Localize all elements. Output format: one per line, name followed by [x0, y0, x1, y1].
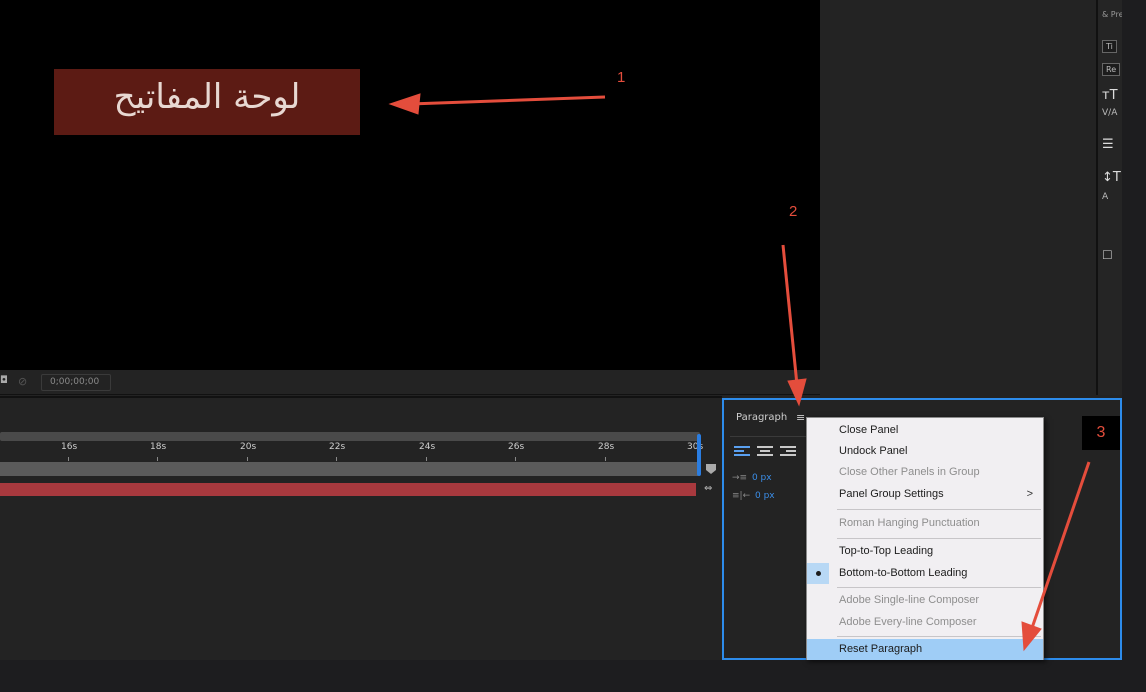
menu-item-top-to-top-leading[interactable]: Top-to-Top Leading: [807, 541, 1043, 562]
divider: [730, 436, 810, 437]
checkbox-icon[interactable]: ☐: [1102, 248, 1113, 262]
indent-left-field[interactable]: →≡ 0 px: [732, 473, 772, 483]
ruler-label: 28s: [598, 442, 615, 452]
menu-item-close-other-panels[interactable]: Close Other Panels in Group: [807, 462, 1043, 483]
ruler-tick: [68, 457, 69, 461]
snapshot-icon[interactable]: ⊘: [18, 375, 27, 388]
ruler-label: 18s: [150, 442, 167, 452]
ruler-tick: [605, 457, 606, 461]
layer-bar-gray[interactable]: [0, 462, 698, 476]
work-area-bar[interactable]: [0, 432, 700, 441]
menu-separator: [837, 509, 1041, 510]
ruler-label: 26s: [508, 442, 525, 452]
baseline-shift-icon: A: [1102, 192, 1109, 202]
indent-right-icon: ≡|←: [732, 491, 751, 501]
composition-viewer[interactable]: لوحة المفاتيح: [0, 0, 820, 370]
timeline-panel: 16s 18s 20s 22s 24s 26s 28s 30s ⇔: [0, 396, 722, 660]
menu-separator: [837, 636, 1041, 637]
camera-icon[interactable]: ◘: [0, 376, 10, 386]
annotation-number-3: 3: [1096, 424, 1106, 441]
font-family-field[interactable]: Ti: [1102, 40, 1117, 53]
screen-edge-bottom: [0, 660, 1146, 692]
ruler-label: 20s: [240, 442, 257, 452]
timecode-display[interactable]: 0;00;00;00: [41, 374, 111, 391]
ruler-tick: [515, 457, 516, 461]
menu-item-bottom-to-bottom-leading[interactable]: Bottom-to-Bottom Leading: [807, 563, 1043, 584]
menu-item-label: Bottom-to-Bottom Leading: [839, 567, 968, 579]
ruler-label: 22s: [329, 442, 346, 452]
comp-marker-icon[interactable]: [706, 464, 716, 474]
menu-item-undock-panel[interactable]: Undock Panel: [807, 441, 1043, 462]
indent-left-icon: →≡: [732, 473, 748, 483]
viewer-side-area: [820, 0, 1096, 395]
align-right-icon[interactable]: [780, 446, 796, 459]
layer-bar-text[interactable]: [0, 483, 696, 496]
indent-right-field[interactable]: ≡|← 0 px: [732, 491, 775, 501]
keyframe-nav-icon[interactable]: ⇔: [704, 483, 712, 494]
ruler-tick: [336, 457, 337, 461]
ruler-tick: [247, 457, 248, 461]
annotation-number-2: 2: [789, 203, 798, 220]
menu-item-every-line-composer[interactable]: Adobe Every-line Composer: [807, 612, 1043, 633]
vertical-scale-icon: ↕T: [1102, 170, 1121, 185]
annotation-number-1: 1: [617, 69, 626, 86]
ruler-tick: [426, 457, 427, 461]
panel-menu-icon[interactable]: ≡: [796, 411, 805, 424]
align-left-icon[interactable]: [734, 446, 750, 459]
kerning-icon: V/A: [1102, 108, 1118, 118]
annotation-number-3-box: 3: [1082, 416, 1120, 450]
viewer-toolbar: ◘ ⊘ 0;00;00;00: [0, 370, 820, 395]
arabic-text-layer: لوحة المفاتيح: [113, 77, 301, 117]
menu-item-single-line-composer[interactable]: Adobe Single-line Composer: [807, 590, 1043, 611]
menu-item-reset-paragraph[interactable]: Reset Paragraph: [807, 639, 1043, 660]
font-size-icon: ᴛT: [1102, 88, 1118, 103]
character-panel: & Pre Ti Re ᴛT V/A ☰ ↕T A ☐: [1096, 0, 1122, 395]
submenu-arrow-icon: >: [1026, 488, 1033, 500]
selected-bullet-icon: [807, 563, 829, 584]
menu-item-label: Panel Group Settings: [839, 488, 944, 500]
panel-flyout-menu: Close Panel Undock Panel Close Other Pan…: [806, 417, 1044, 660]
menu-item-roman-hanging-punctuation[interactable]: Roman Hanging Punctuation: [807, 513, 1043, 534]
ruler-label: 16s: [61, 442, 78, 452]
align-center-icon[interactable]: [757, 446, 773, 459]
work-area-end-handle[interactable]: [697, 434, 701, 476]
menu-item-close-panel[interactable]: Close Panel: [807, 420, 1043, 441]
align-icon: ☰: [1102, 137, 1114, 152]
time-ruler[interactable]: 16s 18s 20s 22s 24s 26s 28s 30s: [0, 442, 722, 461]
menu-item-panel-group-settings[interactable]: Panel Group Settings >: [807, 484, 1043, 505]
paragraph-panel-title[interactable]: Paragraph: [736, 412, 787, 423]
menu-separator: [837, 587, 1041, 588]
text-layer-box[interactable]: لوحة المفاتيح: [54, 69, 360, 135]
character-panel-tab[interactable]: & Pre: [1102, 10, 1122, 19]
menu-separator: [837, 538, 1041, 539]
screen-edge-right: [1122, 0, 1146, 660]
ruler-tick: [157, 457, 158, 461]
ruler-label: 24s: [419, 442, 436, 452]
font-style-field[interactable]: Re: [1102, 63, 1121, 76]
